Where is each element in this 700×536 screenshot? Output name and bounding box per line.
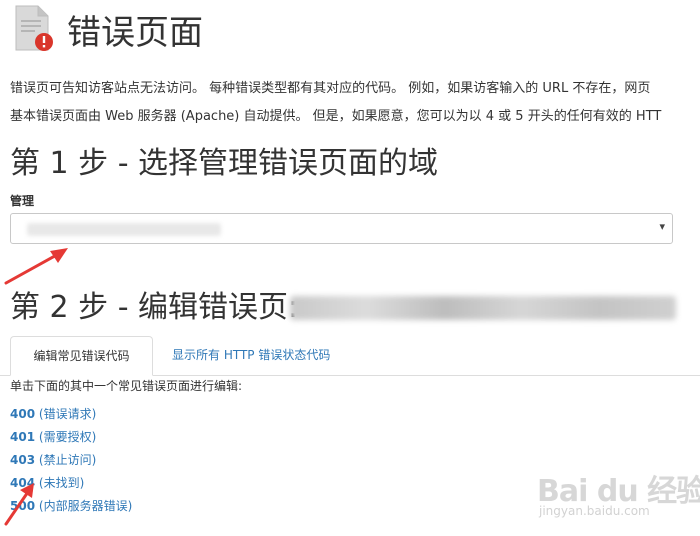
error-description: (未找到) [38, 476, 85, 490]
chevron-down-icon: ▾ [659, 220, 665, 233]
tab-all-http-codes[interactable]: 显示所有 HTTP 错误状态代码 [172, 336, 330, 376]
error-description: (禁止访问) [38, 453, 97, 467]
step1-title: 第 1 步 - 选择管理错误页面的域 [10, 146, 439, 181]
domain-select-label: 管理 [10, 194, 35, 208]
error-link-400[interactable]: 400 (错误请求) [10, 406, 96, 422]
instruction-text: 单击下面的其中一个常见错误页面进行编辑: [10, 379, 243, 393]
error-code: 401 [10, 430, 36, 444]
annotation-arrow-icon [4, 483, 34, 526]
error-link-403[interactable]: 403 (禁止访问) [10, 452, 96, 468]
page-title: 错误页面 [67, 13, 203, 53]
select-value-redacted [27, 223, 221, 236]
error-document-icon [15, 5, 53, 51]
description-line-1: 错误页可告知访客站点无法访问。 每种错误类型都有其对应的代码。 例如，如果访客输… [10, 81, 651, 96]
error-description: (错误请求) [38, 407, 97, 421]
error-code: 403 [10, 453, 36, 467]
description-line-2: 基本错误页面由 Web 服务器 (Apache) 自动提供。 但是，如果愿意，您… [10, 109, 662, 124]
watermark: Bai du 经验 jingyan.baidu.com [535, 462, 700, 522]
error-description: (需要授权) [38, 430, 97, 444]
watermark-url: jingyan.baidu.com [539, 504, 650, 518]
annotation-arrow-icon [4, 248, 68, 285]
error-description: (内部服务器错误) [38, 499, 133, 513]
tab-common-error-codes[interactable]: 编辑常见错误代码 [10, 336, 153, 376]
step2-title: 第 2 步 - 编辑错误页: [10, 290, 299, 325]
error-link-401[interactable]: 401 (需要授权) [10, 429, 96, 445]
domain-select[interactable]: ▾ [10, 213, 673, 244]
error-code: 400 [10, 407, 36, 421]
step2-domain-redacted [290, 296, 676, 320]
